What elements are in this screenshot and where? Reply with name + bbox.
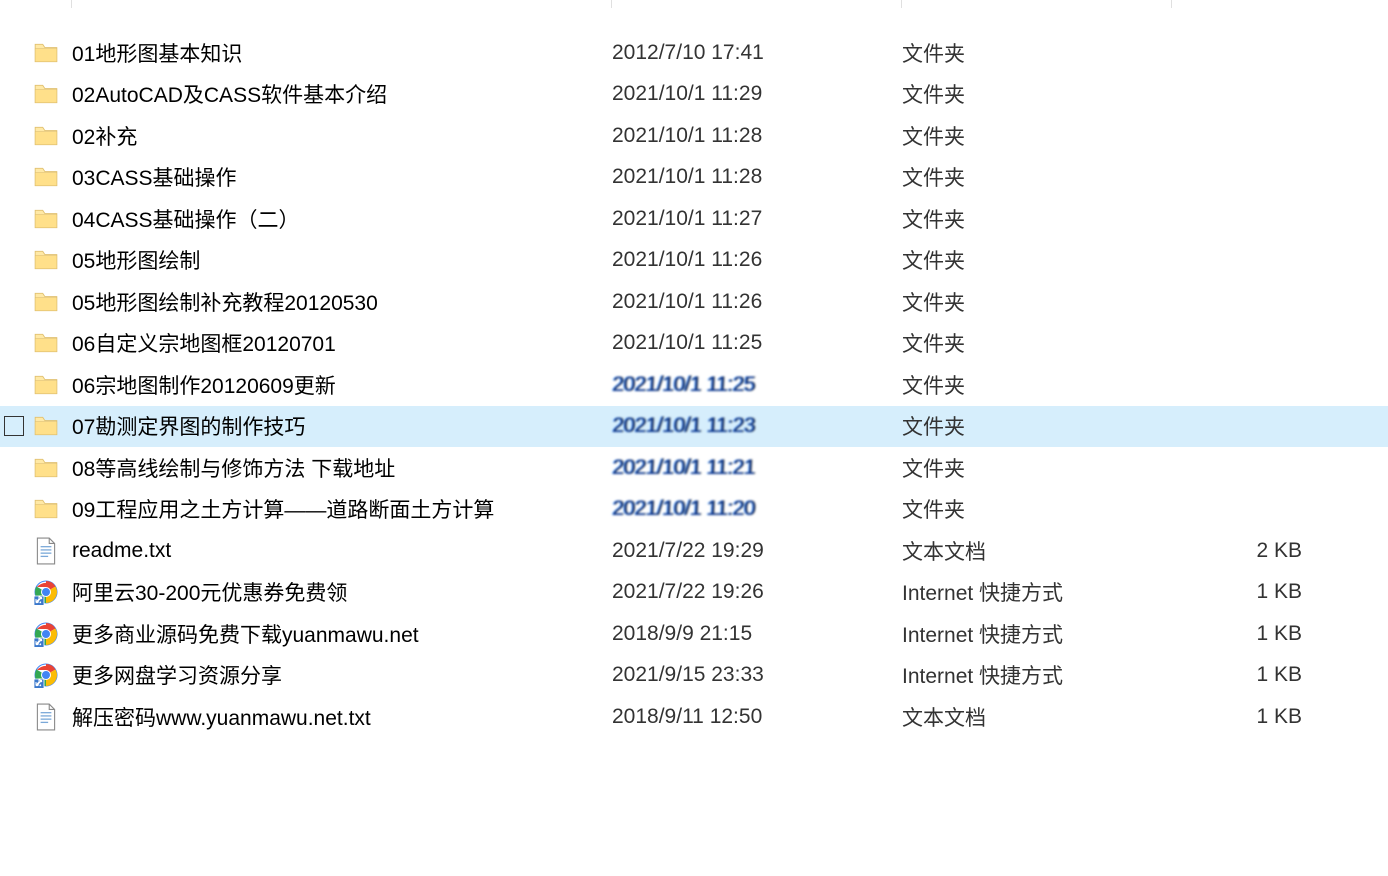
file-name: 06宗地图制作20120609更新 — [72, 370, 612, 400]
folder-icon — [32, 454, 60, 482]
internet-shortcut-icon — [32, 620, 60, 648]
file-row[interactable]: 05地形图绘制补充教程20120530 2021/10/1 11:26 文件夹 — [0, 281, 1388, 323]
text-file-icon — [32, 537, 60, 565]
folder-icon — [32, 288, 60, 316]
file-size: 1 KB — [1172, 705, 1332, 729]
file-name: readme.txt — [72, 539, 612, 563]
file-row[interactable]: 06宗地图制作20120609更新 2021/10/1 11:25 文件夹 — [0, 364, 1388, 406]
file-row[interactable]: 02补充 2021/10/1 11:28 文件夹 — [0, 115, 1388, 157]
file-date: 2021/10/1 11:23 — [611, 414, 902, 438]
file-name: 解压密码www.yuanmawu.net.txt — [72, 702, 612, 732]
row-checkbox[interactable] — [4, 416, 24, 436]
file-type: 文件夹 — [902, 328, 1172, 358]
file-type: Internet 快捷方式 — [902, 577, 1172, 607]
file-name: 05地形图绘制补充教程20120530 — [72, 287, 612, 317]
file-name: 06自定义宗地图框20120701 — [72, 328, 612, 358]
file-date: 2021/10/1 11:26 — [612, 290, 902, 314]
file-name: 01地形图基本知识 — [72, 38, 612, 68]
file-row[interactable]: 更多网盘学习资源分享 2021/9/15 23:33 Internet 快捷方式… — [0, 655, 1388, 697]
folder-icon — [32, 495, 60, 523]
file-row[interactable]: 02AutoCAD及CASS软件基本介绍 2021/10/1 11:29 文件夹 — [0, 74, 1388, 116]
file-name: 02AutoCAD及CASS软件基本介绍 — [72, 79, 612, 109]
file-size: 2 KB — [1172, 539, 1332, 563]
text-file-icon — [32, 703, 60, 731]
file-date: 2021/10/1 11:21 — [611, 456, 902, 480]
internet-shortcut-icon — [32, 578, 60, 606]
file-type: 文件夹 — [902, 370, 1172, 400]
file-name: 02补充 — [72, 121, 612, 151]
file-name: 08等高线绘制与修饰方法 下载地址 — [72, 453, 612, 483]
folder-icon — [32, 371, 60, 399]
file-date: 2021/10/1 11:26 — [612, 248, 902, 272]
file-type: 文件夹 — [902, 287, 1172, 317]
file-row[interactable]: 03CASS基础操作 2021/10/1 11:28 文件夹 — [0, 157, 1388, 199]
file-type: 文件夹 — [902, 38, 1172, 68]
file-name: 04CASS基础操作（二） — [72, 204, 612, 234]
file-type: 文件夹 — [902, 79, 1172, 109]
folder-icon — [32, 412, 60, 440]
folder-icon — [32, 122, 60, 150]
file-type: 文件夹 — [902, 162, 1172, 192]
file-name: 更多商业源码免费下载yuanmawu.net — [72, 619, 612, 649]
file-type: 文本文档 — [902, 702, 1172, 732]
file-row[interactable]: 07勘测定界图的制作技巧 2021/10/1 11:23 文件夹 — [0, 406, 1388, 448]
file-date: 2018/9/9 21:15 — [612, 622, 902, 646]
file-row[interactable]: 更多商业源码免费下载yuanmawu.net 2018/9/9 21:15 In… — [0, 613, 1388, 655]
file-date: 2021/7/22 19:29 — [612, 539, 902, 563]
file-name: 09工程应用之土方计算——道路断面土方计算 — [72, 494, 612, 524]
internet-shortcut-icon — [32, 661, 60, 689]
file-date: 2021/10/1 11:28 — [612, 124, 902, 148]
file-date: 2018/9/11 12:50 — [612, 705, 902, 729]
column-header-dividers — [0, 0, 1388, 8]
file-row[interactable]: 06自定义宗地图框20120701 2021/10/1 11:25 文件夹 — [0, 323, 1388, 365]
file-row[interactable]: readme.txt 2021/7/22 19:29 文本文档 2 KB — [0, 530, 1388, 572]
file-type: 文件夹 — [902, 121, 1172, 151]
folder-icon — [32, 329, 60, 357]
file-type: 文件夹 — [902, 245, 1172, 275]
folder-icon — [32, 205, 60, 233]
file-date: 2021/10/1 11:29 — [612, 82, 902, 106]
file-name: 07勘测定界图的制作技巧 — [72, 411, 612, 441]
file-name: 03CASS基础操作 — [72, 162, 612, 192]
file-date: 2021/10/1 11:27 — [612, 207, 902, 231]
folder-icon — [32, 80, 60, 108]
file-name: 05地形图绘制 — [72, 245, 612, 275]
file-size: 1 KB — [1172, 663, 1332, 687]
file-date: 2021/10/1 11:25 — [612, 331, 902, 355]
file-row[interactable]: 05地形图绘制 2021/10/1 11:26 文件夹 — [0, 240, 1388, 282]
file-name: 更多网盘学习资源分享 — [72, 660, 612, 690]
file-type: 文本文档 — [902, 536, 1172, 566]
file-type: Internet 快捷方式 — [902, 619, 1172, 649]
file-row[interactable]: 解压密码www.yuanmawu.net.txt 2018/9/11 12:50… — [0, 696, 1388, 738]
file-row[interactable]: 04CASS基础操作（二） 2021/10/1 11:27 文件夹 — [0, 198, 1388, 240]
file-date: 2021/9/15 23:33 — [612, 663, 902, 687]
file-row[interactable]: 09工程应用之土方计算——道路断面土方计算 2021/10/1 11:20 文件… — [0, 489, 1388, 531]
file-date: 2021/7/22 19:26 — [612, 580, 902, 604]
folder-icon — [32, 39, 60, 67]
folder-icon — [32, 246, 60, 274]
file-type: 文件夹 — [902, 204, 1172, 234]
file-list: 01地形图基本知识 2012/7/10 17:41 文件夹 02AutoCAD及… — [0, 8, 1388, 738]
file-date: 2012/7/10 17:41 — [612, 41, 902, 65]
file-row[interactable]: 08等高线绘制与修饰方法 下载地址 2021/10/1 11:21 文件夹 — [0, 447, 1388, 489]
file-type: 文件夹 — [902, 453, 1172, 483]
file-size: 1 KB — [1172, 580, 1332, 604]
file-row[interactable]: 01地形图基本知识 2012/7/10 17:41 文件夹 — [0, 32, 1388, 74]
file-size: 1 KB — [1172, 622, 1332, 646]
file-date: 2021/10/1 11:25 — [611, 373, 902, 397]
file-type: 文件夹 — [902, 411, 1172, 441]
folder-icon — [32, 163, 60, 191]
file-date: 2021/10/1 11:28 — [612, 165, 902, 189]
file-row[interactable]: 阿里云30-200元优惠券免费领 2021/7/22 19:26 Interne… — [0, 572, 1388, 614]
file-date: 2021/10/1 11:20 — [611, 497, 902, 521]
file-name: 阿里云30-200元优惠券免费领 — [72, 577, 612, 607]
file-type: 文件夹 — [902, 494, 1172, 524]
file-type: Internet 快捷方式 — [902, 660, 1172, 690]
